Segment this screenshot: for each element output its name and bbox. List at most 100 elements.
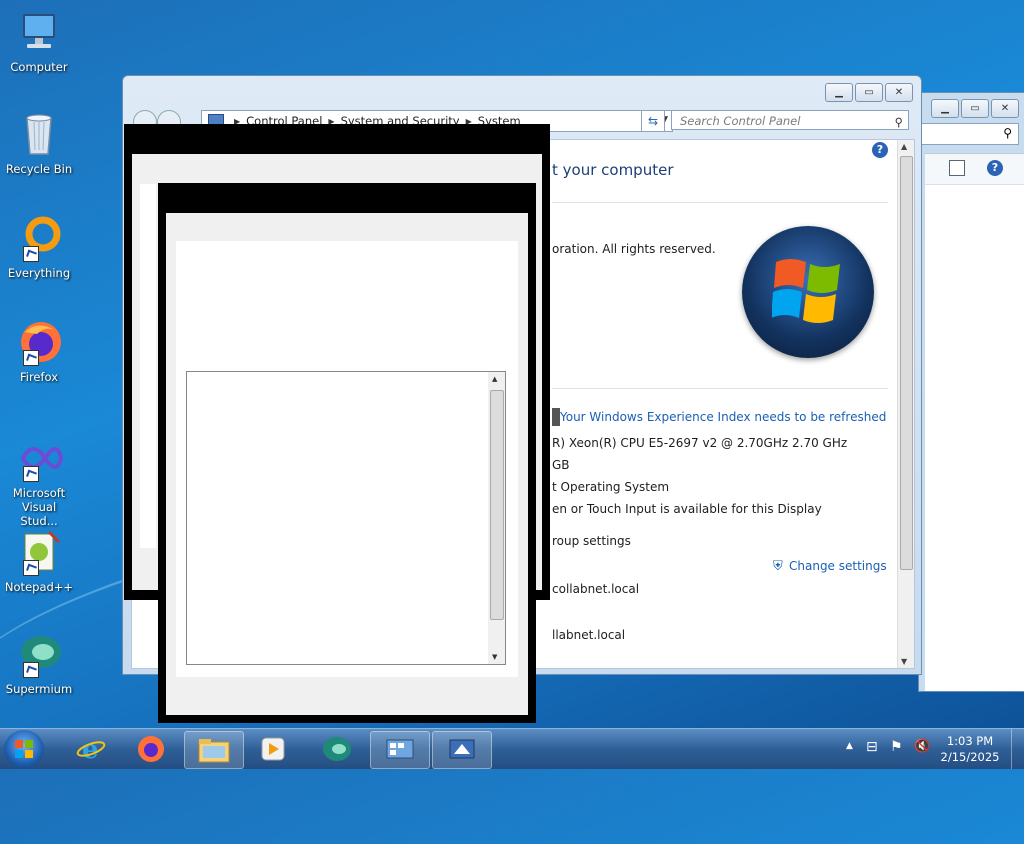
network-icon[interactable]: ⊟ (866, 739, 878, 755)
page-heading: t your computer (552, 161, 674, 179)
start-button[interactable] (4, 730, 44, 768)
control-panel-icon (386, 739, 414, 759)
pen-touch-value: en or Touch Input is available for this … (552, 502, 822, 516)
scrollbar-thumb[interactable] (490, 390, 504, 620)
visual-studio-icon (15, 434, 64, 482)
experience-index-link[interactable]: Your Windows Experience Index needs to b… (560, 410, 886, 424)
processor-value: R) Xeon(R) CPU E5-2697 v2 @ 2.70GHz 2.70… (552, 436, 848, 450)
empty-list-box[interactable]: ▲ ▼ (186, 371, 506, 665)
search-input[interactable]: Search Control Panel ⚲ (671, 110, 909, 130)
copyright-text: oration. All rights reserved. (552, 242, 716, 256)
search-icon: ⚲ (1003, 126, 1012, 140)
supermium-icon (15, 630, 63, 678)
background-window-caption-buttons: ▁ ▭ ✕ (931, 99, 1019, 118)
shortcut-arrow-icon (23, 560, 39, 576)
desktop-icon-label: Recycle Bin (5, 162, 73, 176)
scroll-up-arrow-icon[interactable]: ▲ (901, 142, 907, 151)
windows-flag-icon (15, 740, 33, 758)
search-icon: ⚲ (894, 115, 903, 129)
scroll-up-arrow-icon[interactable]: ▲ (492, 375, 497, 383)
notepadpp-icon (15, 528, 63, 576)
blank-dialog-frame-front[interactable]: ▲ ▼ (158, 183, 536, 723)
full-computer-name-value: collabnet.local (552, 582, 640, 596)
desktop-icon-label: Firefox (19, 370, 59, 384)
desktop-icon-label: Notepad++ (4, 580, 74, 594)
desktop-icon-supermium[interactable]: Supermium (4, 630, 74, 696)
shortcut-arrow-icon (23, 466, 39, 482)
shortcut-arrow-icon (23, 246, 39, 262)
desktop-icon-everything[interactable]: Everything (4, 214, 74, 280)
change-settings-link[interactable]: Change settings (789, 559, 887, 573)
search-placeholder: Search Control Panel (680, 114, 801, 128)
domain-value: llabnet.local (552, 628, 626, 642)
svg-text:e: e (82, 735, 99, 764)
taskbar: e ▲ ⊟ ⚑ 🔇 1:03 PM 2/15/2025 (0, 728, 1024, 769)
shortcut-arrow-icon (23, 350, 39, 366)
recycle-bin-icon (15, 110, 63, 158)
maximize-button[interactable]: ▭ (855, 83, 883, 102)
desktop-icon-label: Everything (7, 266, 71, 280)
preview-pane-icon[interactable] (949, 160, 965, 176)
show-desktop-button[interactable] (1011, 729, 1024, 769)
desktop-icon-computer[interactable]: Computer (4, 8, 74, 74)
internet-explorer-icon: e (76, 735, 106, 764)
background-window[interactable]: ▁ ▭ ✕ ⚲ ? (918, 92, 1024, 692)
divider (552, 388, 888, 389)
minimize-button[interactable]: ▁ (931, 99, 959, 118)
desktop-icon-label: Computer (10, 60, 68, 74)
minimize-button[interactable]: ▁ (825, 83, 853, 102)
background-search-field[interactable]: ⚲ (919, 123, 1019, 145)
background-toolbar: ? (925, 154, 1024, 185)
desktop-icon-label: Supermium (5, 682, 73, 696)
firefox-icon (15, 318, 63, 366)
close-button[interactable]: ✕ (885, 83, 913, 102)
dialog-white-strip (140, 184, 156, 548)
show-hidden-icons-chevron-icon[interactable]: ▲ (846, 741, 853, 751)
dialog-white-panel: ▲ ▼ (176, 241, 518, 677)
taskbar-windows-explorer[interactable] (184, 731, 244, 769)
scroll-down-arrow-icon[interactable]: ▼ (901, 657, 907, 666)
clock-date: 2/15/2025 (940, 750, 1000, 764)
media-player-icon (261, 737, 285, 761)
desktop-icon-label-line2: Visual Stud... (20, 500, 58, 528)
rating-icon (552, 408, 560, 426)
content-scrollbar[interactable]: ▲ ▼ (897, 140, 914, 668)
folder-icon (198, 739, 230, 763)
close-button[interactable]: ✕ (991, 99, 1019, 118)
background-window-content: ? (925, 153, 1024, 691)
taskbar-supermium[interactable] (308, 731, 366, 767)
desktop-icon-label-line1: Microsoft (12, 486, 66, 500)
taskbar-clock[interactable]: 1:03 PM 2/15/2025 (940, 733, 1000, 765)
desktop-icon-firefox[interactable]: Firefox (4, 318, 74, 384)
supermium-icon (323, 737, 351, 761)
window-caption-buttons: ▁ ▭ ✕ (825, 83, 913, 102)
scrollbar-thumb[interactable] (900, 156, 913, 570)
memory-value: GB (552, 458, 570, 472)
windows-logo (742, 226, 874, 358)
firefox-icon (138, 736, 164, 762)
taskbar-media-player[interactable] (244, 731, 302, 767)
maximize-button[interactable]: ▭ (961, 99, 989, 118)
dialog-pane: ▲ ▼ (166, 213, 528, 715)
action-center-flag-icon[interactable]: ⚑ (890, 739, 903, 755)
divider (552, 202, 888, 203)
help-icon[interactable]: ? (987, 160, 1003, 176)
computer-icon (15, 8, 63, 56)
taskbar-internet-explorer[interactable]: e (62, 731, 120, 767)
scroll-down-arrow-icon[interactable]: ▼ (492, 653, 497, 661)
refresh-button[interactable]: ⇆ (641, 110, 665, 132)
help-icon[interactable]: ? (872, 142, 888, 158)
desktop-icon-notepadpp[interactable]: Notepad++ (4, 528, 74, 594)
taskbar-system-window[interactable] (432, 731, 492, 769)
desktop-icon-visual-studio[interactable]: Microsoft Visual Stud... (4, 434, 74, 528)
desktop-icon-recycle-bin[interactable]: Recycle Bin (4, 110, 74, 176)
system-type-value: t Operating System (552, 480, 670, 494)
taskbar-control-panel[interactable] (370, 731, 430, 769)
taskbar-firefox[interactable] (122, 731, 180, 767)
list-scrollbar[interactable]: ▲ ▼ (488, 372, 505, 664)
workgroup-section-heading: roup settings (552, 534, 631, 548)
system-properties-icon (449, 739, 475, 759)
volume-muted-icon[interactable]: 🔇 (914, 739, 930, 754)
shield-icon: ⛨ (773, 559, 783, 574)
shortcut-arrow-icon (23, 662, 39, 678)
